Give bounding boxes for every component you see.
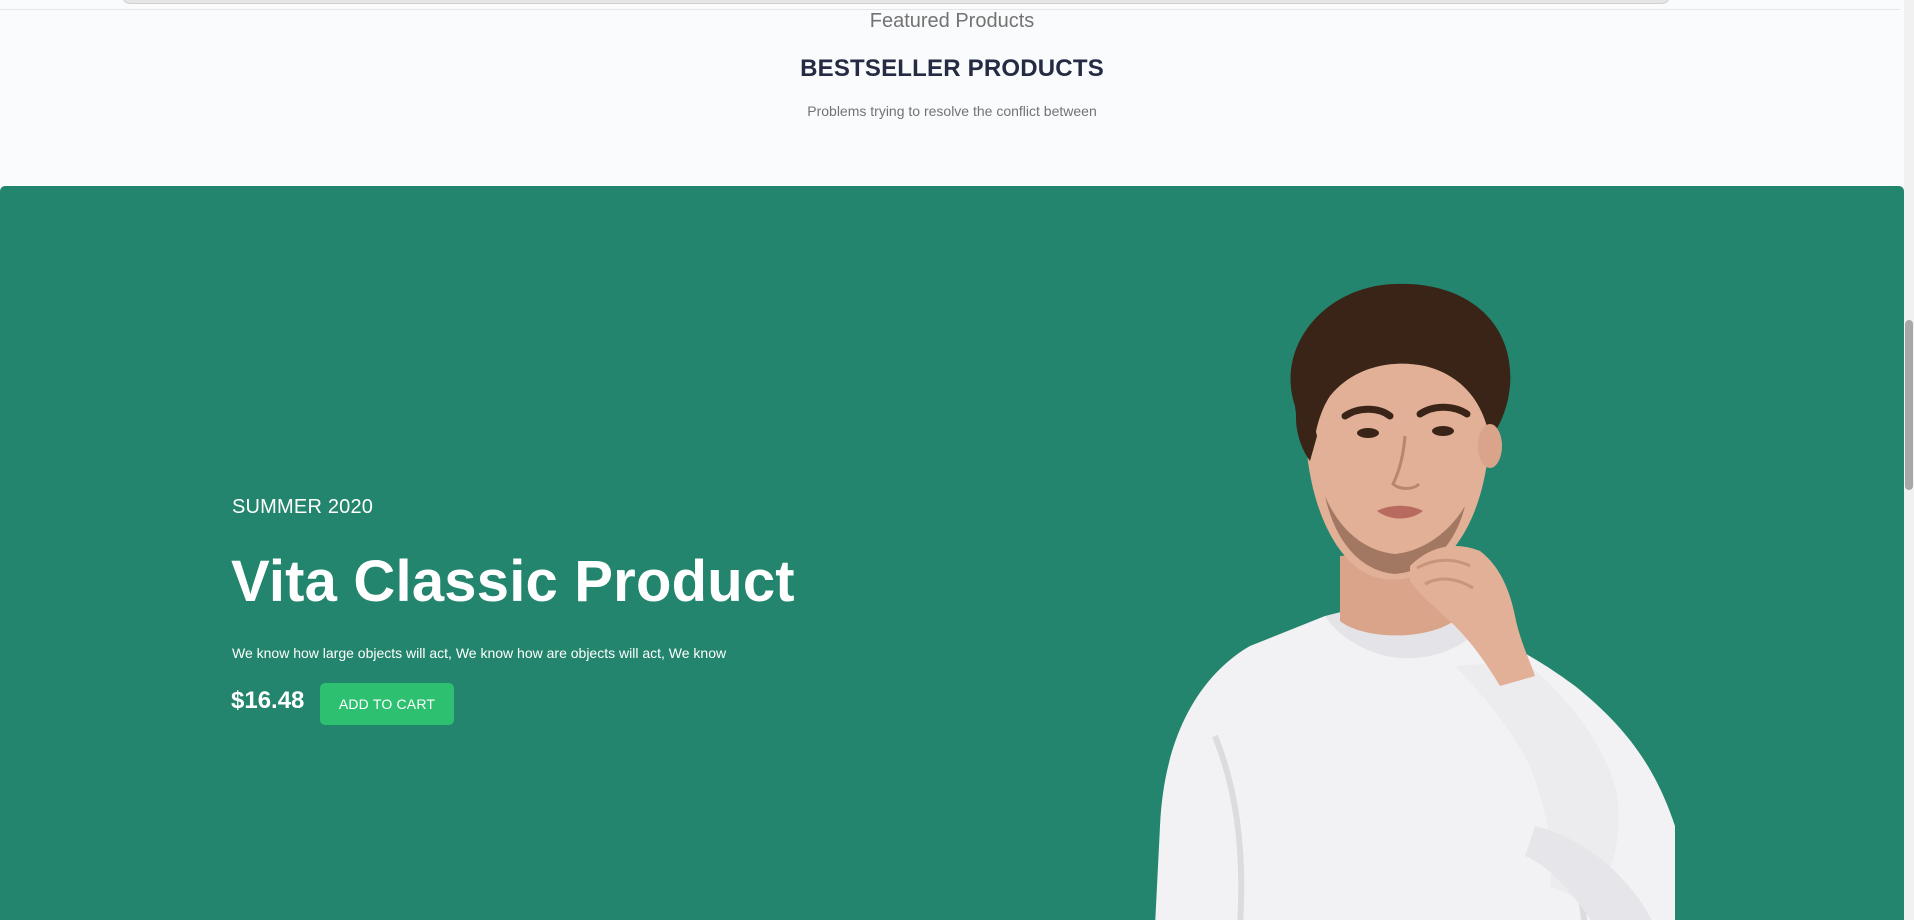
hero-title: Vita Classic Product — [231, 549, 795, 614]
featured-products-header: Featured Products BESTSELLER PRODUCTS Pr… — [0, 0, 1904, 186]
hero-season: SUMMER 2020 — [232, 496, 374, 518]
hero-model-image — [1155, 283, 1675, 920]
hero-description: We know how large objects will act, We k… — [232, 645, 727, 661]
featured-label: Featured Products — [869, 10, 1035, 32]
featured-subtitle: Problems trying to resolve the conflict … — [807, 103, 1097, 119]
hero-banner: SUMMER 2020 Vita Classic Product We know… — [0, 186, 1904, 920]
bestseller-title: BESTSELLER PRODUCTS — [800, 55, 1104, 82]
add-to-cart-button[interactable]: ADD TO CART — [320, 683, 454, 725]
hero-price: $16.48 — [231, 687, 305, 714]
scrollbar-thumb[interactable] — [1905, 320, 1913, 490]
page: Featured Products BESTSELLER PRODUCTS Pr… — [0, 0, 1914, 920]
